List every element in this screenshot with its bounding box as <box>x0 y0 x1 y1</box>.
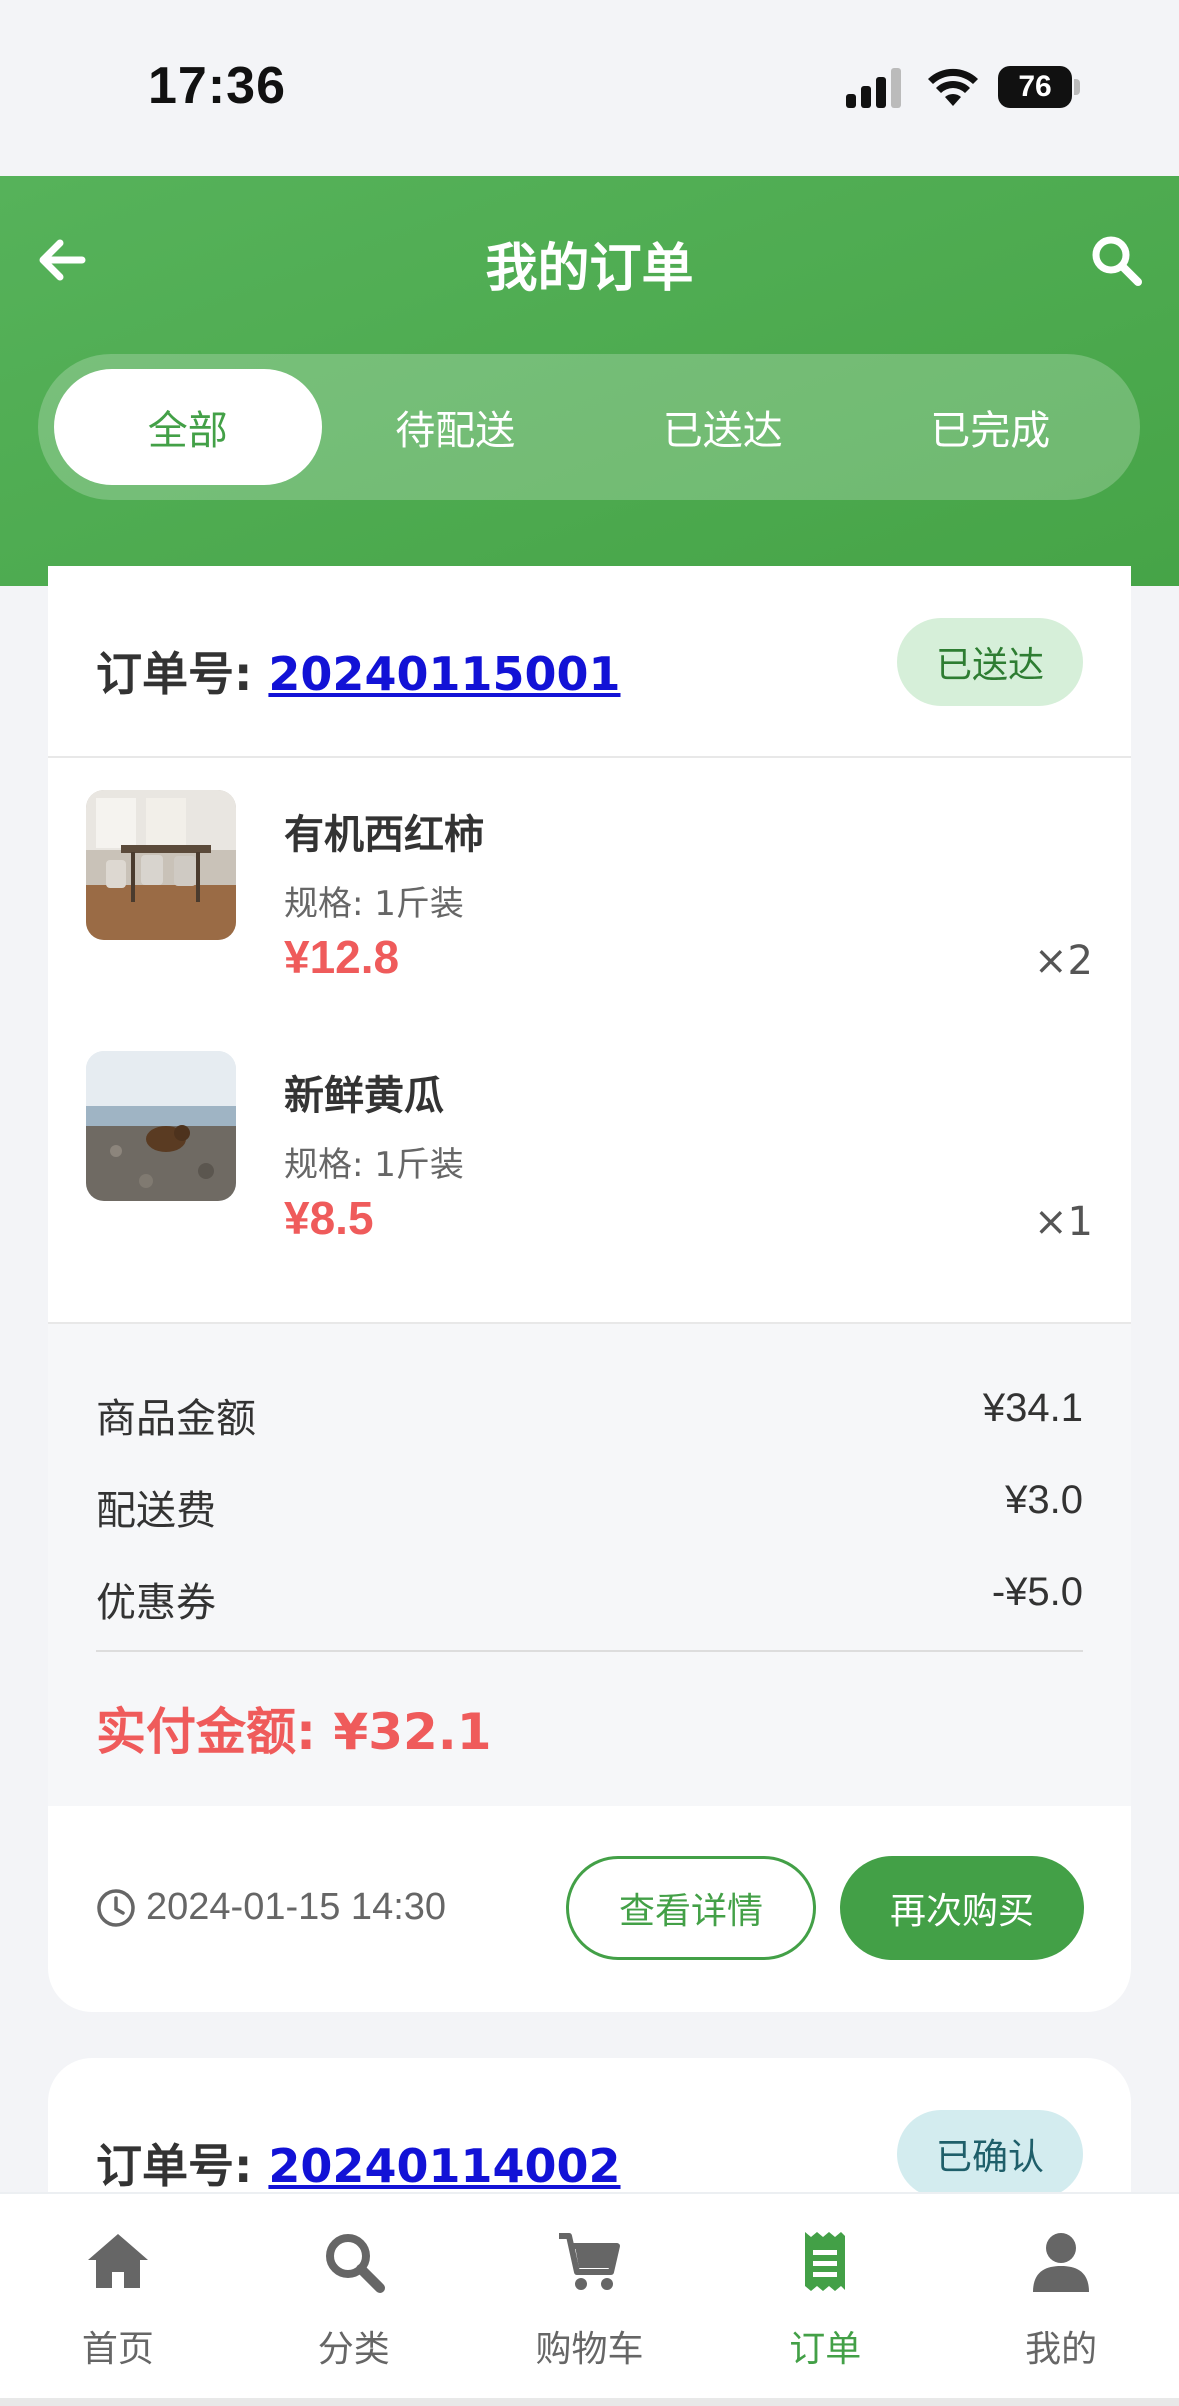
battery-icon: 76 <box>998 66 1080 108</box>
order-filter-tabs: 全部 待配送 已送达 已完成 <box>38 354 1140 500</box>
status-bar: 17:36 76 <box>0 0 1179 176</box>
header: 我的订单 全部 待配送 已送达 已完成 <box>0 176 1179 586</box>
order-number-row: 订单号: 20240114002 <box>96 2130 621 2196</box>
battery-level: 76 <box>998 66 1072 108</box>
delivery-fee-row: 配送费 ¥3.0 <box>96 1478 1083 1538</box>
order-time: 2024-01-15 14:30 <box>146 1886 447 1928</box>
product-name: 有机西红柿 <box>284 812 484 858</box>
coupon-label: 优惠券 <box>96 1580 216 1626</box>
product-quantity: ×1 <box>1034 1199 1093 1245</box>
tab-completed[interactable]: 已完成 <box>857 369 1125 485</box>
home-icon <box>87 2234 148 2288</box>
list-item[interactable]: 有机西红柿 规格: 1斤装 ¥12.8 ×2 <box>48 760 1131 1010</box>
view-details-button[interactable]: 查看详情 <box>566 1856 816 1960</box>
order-summary: 商品金额 ¥34.1 配送费 ¥3.0 优惠券 -¥5.0 实付金额: ¥32.… <box>48 1322 1131 1806</box>
nav-profile[interactable]: 我的 <box>943 2194 1179 2406</box>
summary-divider <box>96 1650 1083 1652</box>
product-image-tomato <box>86 790 236 940</box>
nav-orders[interactable]: 订单 <box>707 2194 943 2406</box>
list-item[interactable]: 新鲜黄瓜 规格: 1斤装 ¥8.5 ×1 <box>48 1021 1131 1271</box>
goods-amount-row: 商品金额 ¥34.1 <box>96 1386 1083 1446</box>
nav-orders-label: 订单 <box>789 2329 862 2370</box>
tab-pending-delivery[interactable]: 待配送 <box>322 369 590 485</box>
wifi-icon <box>928 68 978 106</box>
product-image-cucumber <box>86 1051 236 1201</box>
bottom-nav: 首页 分类 购物车 订单 我的 <box>0 2192 1179 2406</box>
tab-all[interactable]: 全部 <box>54 369 322 485</box>
status-time: 17:36 <box>148 57 286 115</box>
page-title: 我的订单 <box>485 239 694 299</box>
receipt-icon <box>805 2232 846 2291</box>
product-spec: 规格: 1斤装 <box>284 884 464 924</box>
nav-category[interactable]: 分类 <box>236 2194 472 2406</box>
user-icon <box>1033 2233 1090 2292</box>
clock-icon <box>97 1889 135 1927</box>
status-badge: 已送达 <box>897 618 1083 706</box>
nav-cart-label: 购物车 <box>535 2329 644 2370</box>
search-icon[interactable] <box>1088 232 1144 288</box>
order-number-label: 订单号: <box>96 2139 269 2193</box>
search-icon <box>325 2234 385 2293</box>
cart-icon <box>559 2233 621 2290</box>
nav-cart[interactable]: 购物车 <box>472 2194 708 2406</box>
home-indicator <box>0 2398 1179 2406</box>
product-name: 新鲜黄瓜 <box>284 1073 444 1119</box>
product-quantity: ×2 <box>1034 938 1093 984</box>
order-number-link[interactable]: 20240114002 <box>268 2139 620 2193</box>
order-number-label: 订单号: <box>96 647 269 701</box>
order-number-link[interactable]: 20240115001 <box>268 647 620 701</box>
goods-amount-label: 商品金额 <box>96 1396 256 1442</box>
goods-amount-value: ¥34.1 <box>982 1386 1083 1430</box>
nav-home-label: 首页 <box>81 2329 154 2370</box>
tab-delivered[interactable]: 已送达 <box>589 369 857 485</box>
nav-home[interactable]: 首页 <box>0 2194 236 2406</box>
status-badge: 已确认 <box>897 2110 1083 2198</box>
order-footer: 2024-01-15 14:30 查看详情 再次购买 <box>48 1806 1131 2012</box>
nav-category-label: 分类 <box>317 2329 390 2370</box>
coupon-value: -¥5.0 <box>991 1570 1083 1614</box>
delivery-fee-label: 配送费 <box>96 1488 216 1534</box>
buy-again-button[interactable]: 再次购买 <box>840 1856 1084 1960</box>
paid-amount: 实付金额: ¥32.1 <box>96 1703 492 1761</box>
coupon-row: 优惠券 -¥5.0 <box>96 1570 1083 1630</box>
order-number-row: 订单号: 20240115001 <box>96 638 621 704</box>
delivery-fee-value: ¥3.0 <box>1005 1478 1083 1522</box>
order-card: 订单号: 20240115001 已送达 有机西红柿 规格: 1斤装 ¥12.8… <box>48 566 1131 2012</box>
nav-profile-label: 我的 <box>1025 2329 1098 2370</box>
product-price: ¥12.8 <box>284 931 400 983</box>
product-price: ¥8.5 <box>284 1192 374 1244</box>
order-card-header: 订单号: 20240115001 已送达 <box>48 566 1131 758</box>
signal-icon <box>846 68 901 108</box>
product-spec: 规格: 1斤装 <box>284 1145 464 1185</box>
